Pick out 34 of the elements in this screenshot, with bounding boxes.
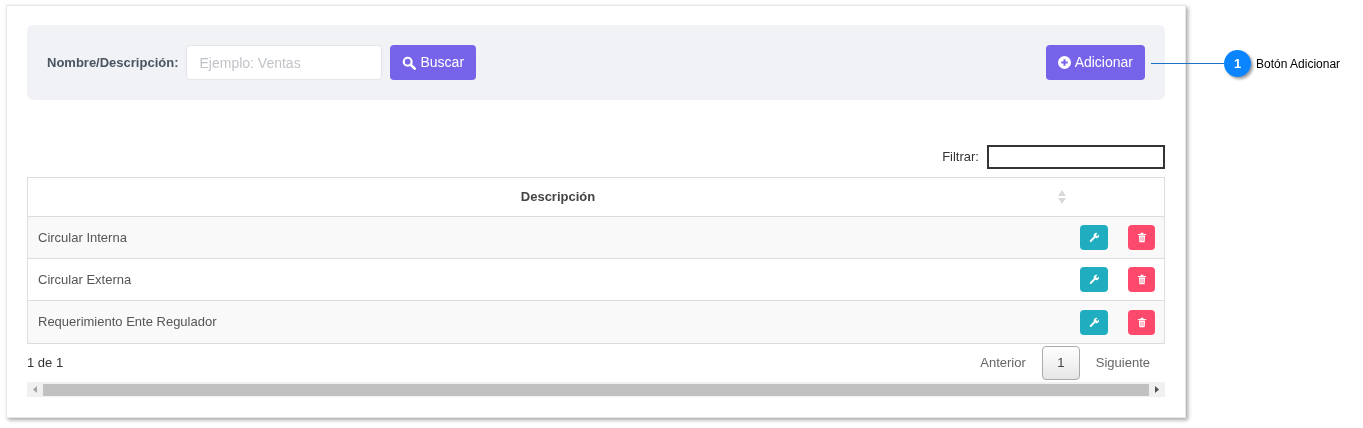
plus-circle-icon xyxy=(1057,56,1071,69)
trash-icon xyxy=(1136,316,1147,328)
search-field[interactable]: Ejemplo: Ventas xyxy=(186,45,383,80)
edit-button[interactable] xyxy=(1080,225,1108,250)
edit-button[interactable] xyxy=(1080,309,1108,335)
table-cell-text: Circular Interna xyxy=(37,228,128,247)
filter-field[interactable] xyxy=(987,145,1165,169)
previous-link[interactable]: Anterior xyxy=(970,353,1036,373)
scroll-right-icon[interactable] xyxy=(1155,386,1159,393)
wrench-icon xyxy=(1088,316,1100,328)
delete-button[interactable] xyxy=(1128,309,1155,335)
scroll-left-icon[interactable] xyxy=(33,386,37,393)
add-button[interactable]: Adicionar xyxy=(1045,45,1145,80)
next-link[interactable]: Siguiente xyxy=(1085,353,1160,373)
trash-icon xyxy=(1136,232,1147,243)
wrench-icon xyxy=(1088,274,1100,285)
callout-text: Botón Adicionar xyxy=(1256,55,1341,73)
search-button[interactable]: Buscar xyxy=(390,45,477,80)
sort-icon xyxy=(1058,190,1066,204)
edit-button[interactable] xyxy=(1080,267,1108,292)
column-header[interactable]: Descripción xyxy=(28,187,1058,207)
search-icon xyxy=(402,55,417,70)
table-cell-text: Circular Externa xyxy=(37,270,133,289)
delete-button[interactable] xyxy=(1128,267,1155,292)
callout-badge: 1 xyxy=(1224,50,1251,77)
page-button[interactable]: 1 xyxy=(1041,346,1080,380)
table-cell-text: Requerimiento Ente Regulador xyxy=(37,313,218,332)
delete-button[interactable] xyxy=(1128,225,1155,250)
horizontal-scrollbar[interactable] xyxy=(27,382,1165,397)
trash-icon xyxy=(1136,274,1147,285)
field-label: Nombre/Descripción: xyxy=(47,53,179,72)
page-summary: 1 de 1 xyxy=(27,354,65,373)
filter-label: Filtrar: xyxy=(942,148,979,167)
wrench-icon xyxy=(1088,232,1100,243)
